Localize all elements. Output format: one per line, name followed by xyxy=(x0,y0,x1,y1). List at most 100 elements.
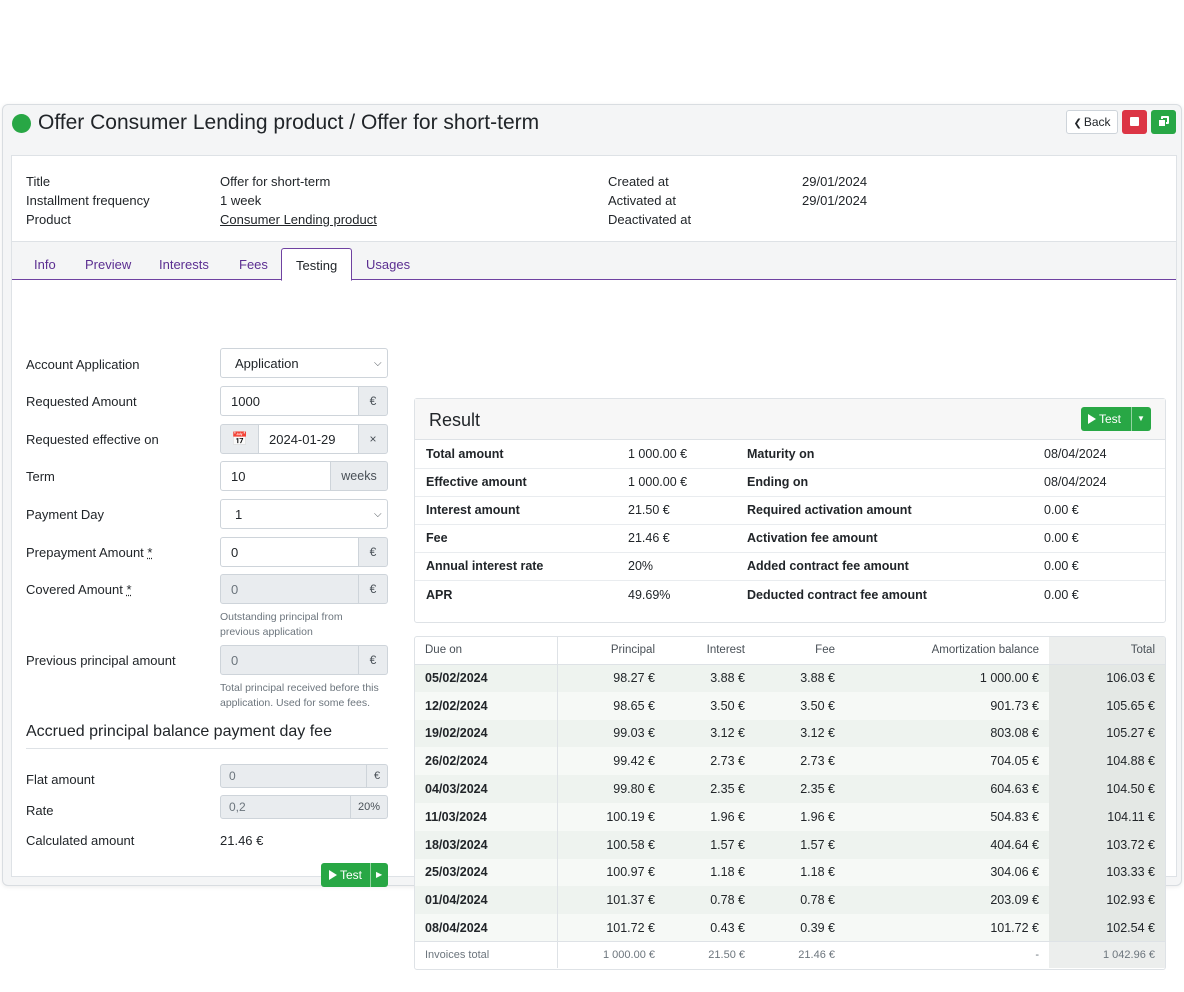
calculated-amount-value: 21.46 € xyxy=(220,833,264,848)
tab-usages[interactable]: Usages xyxy=(366,257,410,272)
cell-due-on: 01/04/2024 xyxy=(415,886,558,915)
cell-principal: 99.42 € xyxy=(557,747,665,776)
rate-label: Rate xyxy=(26,803,54,818)
offer-summary: Title Offer for short-term Installment f… xyxy=(12,156,1176,242)
cell-interest: 1.18 € xyxy=(665,858,755,887)
cell-interest: 1.96 € xyxy=(665,802,755,831)
result-left-value: 20% xyxy=(628,559,654,573)
payment-day-select[interactable]: 1 xyxy=(220,499,388,529)
result-right-key: Ending on xyxy=(747,475,809,489)
total-principal: 1 000.00 € xyxy=(557,941,665,968)
back-button[interactable]: ❮ Back xyxy=(1066,110,1118,134)
result-left-key: Interest amount xyxy=(426,503,520,517)
requested-effective-on-label: Requested effective on xyxy=(26,432,159,447)
tab-preview[interactable]: Preview xyxy=(85,257,131,272)
schedule-table: Due on Principal Interest Fee Amortizati… xyxy=(414,636,1166,970)
tab-testing[interactable]: Testing xyxy=(281,248,353,281)
cell-interest: 2.73 € xyxy=(665,747,755,776)
tab-interests[interactable]: Interests xyxy=(159,257,209,272)
tab-info[interactable]: Info xyxy=(34,257,56,272)
installment-frequency-value: 1 week xyxy=(220,193,262,208)
cell-interest: 3.50 € xyxy=(665,691,755,720)
product-link[interactable]: Consumer Lending product xyxy=(220,212,377,227)
cell-total: 102.54 € xyxy=(1049,914,1165,942)
cell-due-on: 18/03/2024 xyxy=(415,830,558,859)
result-test-button[interactable]: Test ▼ xyxy=(1081,407,1151,431)
fee-test-label: Test xyxy=(340,868,363,882)
cell-principal: 99.80 € xyxy=(557,775,665,803)
euro-addon: € xyxy=(358,386,388,416)
fee-section-title: Accrued principal balance payment day fe… xyxy=(26,723,332,740)
table-row: 26/02/2024 99.42 €2.73 €2.73 €704.05 €104… xyxy=(415,747,1165,776)
flat-amount-label: Flat amount xyxy=(26,772,95,787)
title-bar: Offer Consumer Lending product / Offer f… xyxy=(3,105,1181,143)
title-value: Offer for short-term xyxy=(220,174,331,189)
total-fee: 21.46 € xyxy=(755,941,845,968)
covered-amount-hint: Outstanding principal from previous appl… xyxy=(220,611,343,638)
cell-total: 105.65 € xyxy=(1049,691,1165,720)
cell-fee: 2.35 € xyxy=(755,775,845,803)
calculated-amount-label: Calculated amount xyxy=(26,833,135,848)
result-right-value: 0.00 € xyxy=(1044,531,1079,545)
cell-principal: 100.97 € xyxy=(557,858,665,887)
cell-amortization-balance: 1 000.00 € xyxy=(845,664,1049,692)
cell-fee: 3.12 € xyxy=(755,719,845,748)
fee-test-button[interactable]: Test ▶ xyxy=(321,863,388,887)
term-input[interactable]: 10 xyxy=(220,461,332,491)
cell-amortization-balance: 704.05 € xyxy=(845,747,1049,776)
cell-total: 106.03 € xyxy=(1049,664,1165,692)
cell-amortization-balance: 404.64 € xyxy=(845,830,1049,859)
calendar-icon[interactable]: 📅 xyxy=(220,424,260,454)
cell-principal: 100.19 € xyxy=(557,802,665,831)
row-divider xyxy=(415,580,1165,581)
cell-amortization-balance: 304.06 € xyxy=(845,858,1049,887)
clear-date-icon[interactable]: × xyxy=(358,424,388,454)
euro-addon: € xyxy=(358,574,388,604)
covered-amount-label: Covered Amount * xyxy=(26,582,132,597)
cell-interest: 0.43 € xyxy=(665,914,755,942)
cell-interest: 3.88 € xyxy=(665,664,755,692)
covered-amount-input: 0 xyxy=(220,574,360,604)
cell-total: 104.88 € xyxy=(1049,747,1165,776)
play-icon xyxy=(1088,414,1096,424)
account-application-select[interactable]: Application xyxy=(220,348,388,378)
result-right-value: 0.00 € xyxy=(1044,503,1079,517)
result-right-value: 0.00 € xyxy=(1044,559,1079,573)
col-total: Total xyxy=(1049,637,1165,665)
cell-fee: 2.73 € xyxy=(755,747,845,776)
cell-fee: 1.96 € xyxy=(755,802,845,831)
chevron-down-icon: ⌵ xyxy=(374,509,382,520)
cell-amortization-balance: 604.63 € xyxy=(845,775,1049,803)
tab-fees[interactable]: Fees xyxy=(239,257,268,272)
cell-due-on: 11/03/2024 xyxy=(415,802,558,831)
requested-amount-input[interactable]: 1000 xyxy=(220,386,360,416)
prepayment-amount-input[interactable]: 0 xyxy=(220,537,360,567)
row-divider xyxy=(415,468,1165,469)
result-title: Result xyxy=(429,410,481,430)
cell-principal: 100.58 € xyxy=(557,830,665,859)
grand-total: 1 042.96 € xyxy=(1049,941,1165,968)
deactivate-button[interactable] xyxy=(1122,110,1147,134)
cell-total: 103.72 € xyxy=(1049,830,1165,859)
result-right-key: Required activation amount xyxy=(747,503,912,517)
result-right-value: 08/04/2024 xyxy=(1044,447,1107,461)
duplicate-button[interactable] xyxy=(1151,110,1176,134)
account-application-value: Application xyxy=(235,356,299,371)
activated-at-label: Activated at xyxy=(608,193,676,208)
result-right-value: 08/04/2024 xyxy=(1044,475,1107,489)
installment-frequency-label: Installment frequency xyxy=(26,193,150,208)
cell-amortization-balance: 803.08 € xyxy=(845,719,1049,748)
cell-fee: 0.39 € xyxy=(755,914,845,942)
col-due-on: Due on xyxy=(415,637,558,665)
table-row: 08/04/2024 101.72 €0.43 €0.39 €101.72 €10… xyxy=(415,914,1165,942)
chevron-left-icon: ❮ xyxy=(1073,118,1082,129)
table-row: 18/03/2024 100.58 €1.57 €1.57 €404.64 €10… xyxy=(415,830,1165,859)
euro-addon: € xyxy=(358,537,388,567)
result-right-key: Deducted contract fee amount xyxy=(747,588,927,602)
chevron-right-icon[interactable]: ▶ xyxy=(376,863,382,887)
requested-effective-on-input[interactable]: 2024-01-29 xyxy=(258,424,360,454)
previous-principal-hint: Total principal received before this app… xyxy=(220,682,379,709)
caret-down-icon[interactable]: ▼ xyxy=(1137,407,1145,431)
row-divider xyxy=(415,552,1165,553)
cell-total: 104.50 € xyxy=(1049,775,1165,803)
